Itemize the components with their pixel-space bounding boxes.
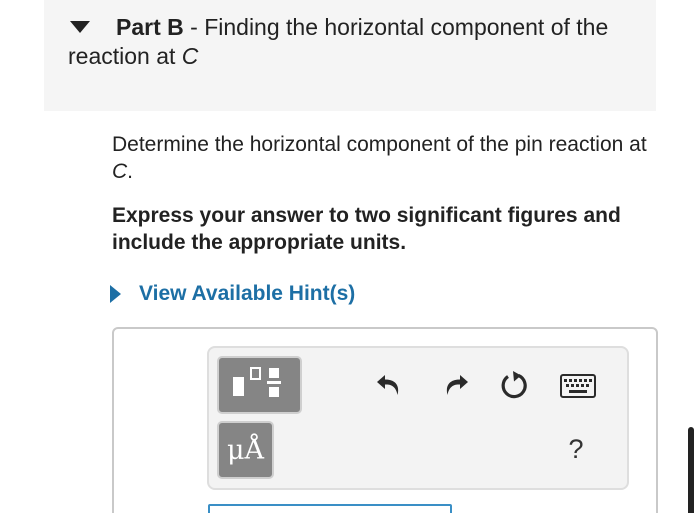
keyboard-button[interactable]: [560, 373, 596, 399]
undo-button[interactable]: [373, 368, 407, 402]
help-button[interactable]: ?: [563, 432, 589, 466]
scrollbar-thumb[interactable]: [688, 427, 694, 513]
units-button[interactable]: μÅ: [217, 421, 274, 479]
redo-icon: [446, 375, 468, 395]
reset-button[interactable]: [498, 368, 532, 402]
answer-instruction: Express your answer to two significant f…: [112, 204, 621, 254]
question-end: .: [127, 160, 134, 183]
question-text: Determine the horizontal component of th…: [112, 131, 672, 185]
part-title[interactable]: Part B - Finding the horizontal componen…: [68, 13, 648, 71]
keyboard-icon: [560, 374, 596, 398]
answer-input[interactable]: [208, 504, 452, 513]
part-title-variable: C: [181, 43, 199, 69]
expand-triangle-icon: [110, 285, 121, 303]
question-variable: C: [112, 160, 128, 183]
collapse-caret-icon[interactable]: [70, 20, 90, 33]
redo-button[interactable]: [438, 368, 472, 402]
page: Part B - Finding the horizontal componen…: [0, 0, 700, 513]
templates-icon: [233, 367, 281, 397]
part-header[interactable]: Part B - Finding the horizontal componen…: [44, 0, 656, 111]
part-separator: -: [183, 14, 205, 40]
templates-button[interactable]: [217, 356, 302, 414]
view-hints-link[interactable]: View Available Hint(s): [110, 280, 355, 308]
part-label: Part B: [116, 14, 184, 40]
reset-icon: [501, 371, 527, 399]
undo-icon: [377, 375, 399, 395]
question-body: Determine the horizontal component of th…: [112, 133, 647, 156]
view-hints-label: View Available Hint(s): [139, 282, 356, 305]
